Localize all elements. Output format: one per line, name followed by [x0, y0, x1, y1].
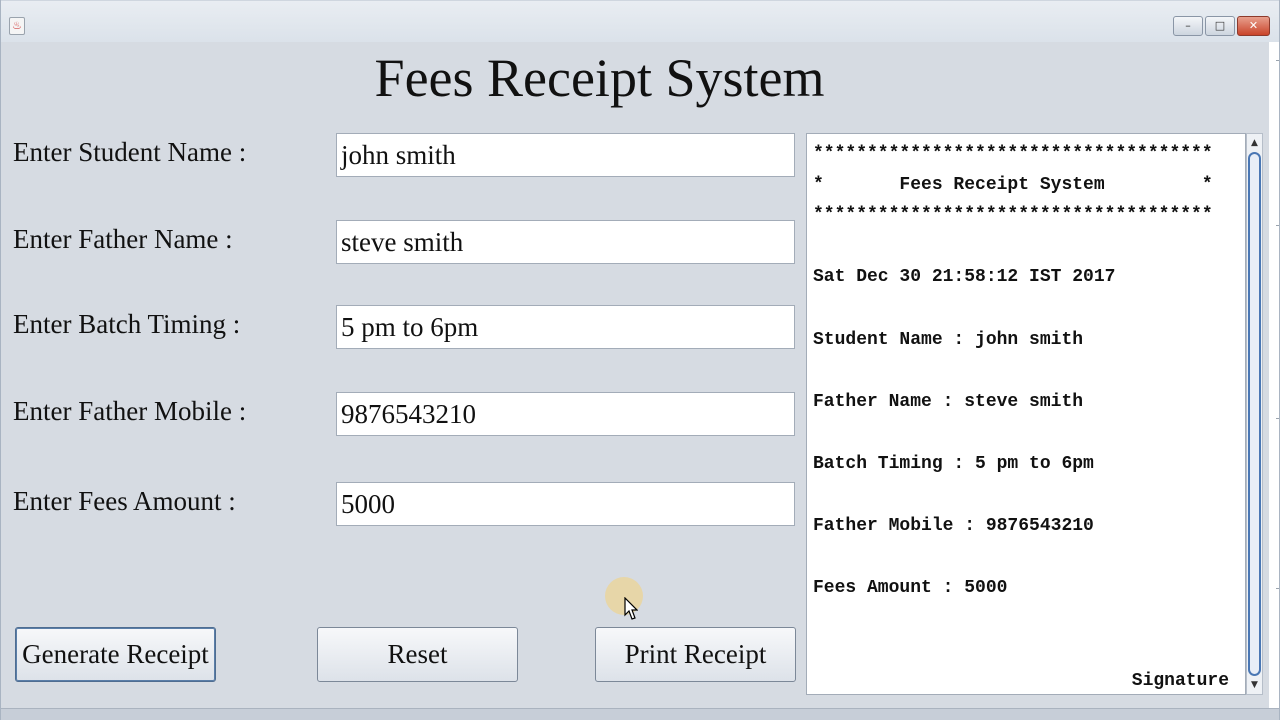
edge-divider — [1276, 60, 1279, 61]
application-window: ♨ – □ ✕ Fees Receipt System Enter Studen… — [0, 0, 1280, 720]
receipt-signature: Signature — [1131, 671, 1229, 691]
batch-timing-label: Enter Batch Timing : — [13, 309, 241, 339]
receipt-date: Sat Dec 30 21:58:12 IST 2017 — [813, 267, 1116, 287]
batch-timing-input[interactable]: 5 pm to 6pm — [336, 305, 795, 349]
receipt-border-bottom: ************************************* — [813, 205, 1213, 225]
edge-divider — [1276, 588, 1279, 589]
right-edge — [1269, 42, 1279, 720]
receipt-text-area[interactable]: ************************************* * … — [806, 133, 1246, 695]
father-mobile-label: Enter Father Mobile : — [13, 396, 247, 426]
window-bottom-border — [1, 708, 1279, 720]
fees-amount-label: Enter Fees Amount : — [13, 486, 236, 516]
reset-button[interactable]: Reset — [317, 627, 518, 682]
father-name-input[interactable]: steve smith — [336, 220, 795, 264]
receipt-student-name: Student Name : john smith — [813, 330, 1084, 350]
edge-divider — [1276, 225, 1279, 226]
scroll-thumb[interactable] — [1248, 152, 1261, 676]
fees-amount-input[interactable]: 5000 — [336, 482, 795, 526]
generate-receipt-button[interactable]: Generate Receipt — [15, 627, 216, 682]
father-name-label: Enter Father Name : — [13, 224, 233, 254]
edge-divider — [1276, 418, 1279, 419]
scroll-up-arrow-icon[interactable]: ▲ — [1247, 135, 1262, 151]
receipt-header: * Fees Receipt System * — [813, 175, 1213, 195]
receipt-batch-timing: Batch Timing : 5 pm to 6pm — [813, 454, 1094, 474]
receipt-fees-amount: Fees Amount : 5000 — [813, 578, 1008, 598]
student-name-input[interactable]: john smith — [336, 133, 795, 177]
receipt-father-name: Father Name : steve smith — [813, 392, 1084, 412]
scroll-down-arrow-icon[interactable]: ▼ — [1247, 677, 1262, 693]
father-mobile-input[interactable]: 9876543210 — [336, 392, 795, 436]
title-bar[interactable]: ♨ – □ ✕ — [1, 0, 1279, 42]
minimize-button[interactable]: – — [1173, 16, 1203, 36]
page-title: Fees Receipt System — [374, 48, 825, 108]
receipt-father-mobile: Father Mobile : 9876543210 — [813, 516, 1094, 536]
maximize-button[interactable]: □ — [1205, 16, 1235, 36]
receipt-border-top: ************************************* — [813, 144, 1213, 164]
java-coffee-icon[interactable]: ♨ — [9, 17, 25, 35]
print-receipt-button[interactable]: Print Receipt — [595, 627, 796, 682]
close-button[interactable]: ✕ — [1237, 16, 1270, 36]
student-name-label: Enter Student Name : — [13, 137, 247, 167]
receipt-scrollbar[interactable]: ▲ ▼ — [1246, 133, 1263, 695]
mouse-pointer-icon — [624, 597, 638, 620]
